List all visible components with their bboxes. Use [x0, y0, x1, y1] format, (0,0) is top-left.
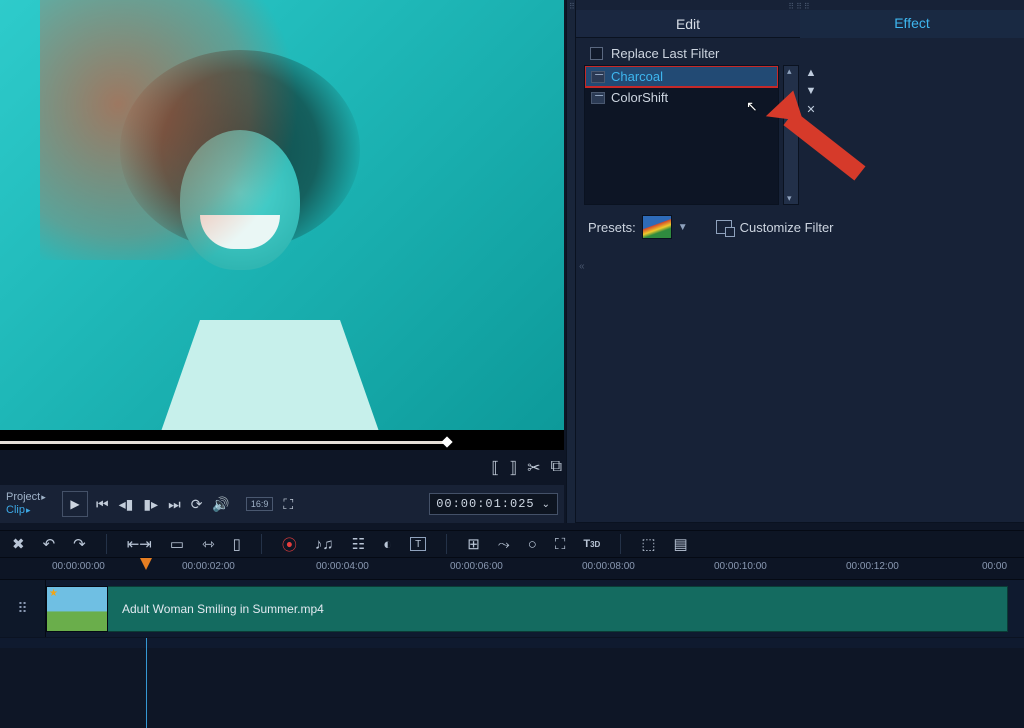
replace-last-filter-checkbox[interactable]	[590, 47, 603, 60]
volume-icon[interactable]: 🔊	[212, 496, 229, 513]
tab-edit[interactable]: Edit	[576, 10, 800, 38]
loop-icon[interactable]: ⟳	[191, 496, 203, 513]
track-handle-icon[interactable]: ⠿	[0, 580, 46, 637]
video-track[interactable]: ⠿ Adult Woman Smiling in Summer.mp4	[0, 580, 1024, 638]
layers-icon[interactable]: ◐	[383, 536, 392, 553]
filter-item-label: ColorShift	[611, 90, 668, 105]
clip-thumbnail	[46, 586, 108, 632]
subtitle-icon[interactable]: ☷	[352, 535, 365, 553]
preset-dropdown-icon[interactable]: ▼	[678, 222, 688, 233]
clip-mode-label[interactable]: Clip	[6, 504, 58, 517]
customize-filter-button[interactable]: Customize Filter	[716, 220, 834, 235]
timeline-toolbar: ✖ ↶ ↷ ⇤⇥ ▭ ⇿ ▯ ⦿ ♪♫ ☷ ◐ T ⊞ ⤳ ○ ⛶ T3D ⬚ …	[0, 530, 1024, 558]
applied-filters-list[interactable]: Charcoal ColorShift	[584, 65, 779, 205]
project-clip-toggle[interactable]: Project Clip	[6, 491, 58, 517]
ruler-tick: 00:00	[982, 561, 1007, 572]
preview-canvas[interactable]	[0, 0, 564, 430]
split-clip-icon[interactable]: ⧉	[551, 458, 562, 478]
tab-effect[interactable]: Effect	[800, 10, 1024, 38]
ruler-tick: 00:00:06:00	[450, 561, 503, 572]
record-icon[interactable]: ⦿	[282, 534, 297, 555]
clip-label: Adult Woman Smiling in Summer.mp4	[122, 602, 324, 616]
clip[interactable]: Adult Woman Smiling in Summer.mp4	[46, 586, 1008, 632]
ruler-tick: 00:00:02:00	[182, 561, 235, 572]
remove-filter-icon[interactable]: ✕	[803, 103, 819, 116]
filter-item-charcoal[interactable]: Charcoal	[585, 66, 778, 87]
panel-grip-icon[interactable]: ⠿⠿⠿	[788, 2, 812, 11]
move-filter-up-icon[interactable]: ▲	[803, 67, 819, 79]
pan-zoom-icon[interactable]: ⛶	[555, 536, 566, 553]
redo-icon[interactable]: ↷	[73, 535, 86, 553]
device-icon[interactable]: ▯	[233, 535, 241, 553]
mark-out-icon[interactable]: ⟧	[509, 458, 517, 478]
mark-in-icon[interactable]: ⟦	[491, 458, 499, 478]
project-mode-label[interactable]: Project	[6, 491, 58, 504]
filter-item-label: Charcoal	[611, 69, 663, 84]
filter-item-colorshift[interactable]: ColorShift	[585, 87, 778, 108]
preview-area: ⟦ ⟧ ✂ ⧉	[0, 0, 564, 450]
ruler-tick: 00:00:00:00	[52, 561, 105, 572]
filter-thumb-icon	[591, 92, 605, 104]
presets-label: Presets:	[588, 220, 636, 235]
move-filter-down-icon[interactable]: ▼	[803, 85, 819, 97]
playhead-line	[146, 638, 147, 728]
undo-icon[interactable]: ↶	[43, 535, 56, 553]
customize-filter-label: Customize Filter	[740, 220, 834, 235]
mask-icon[interactable]: ○	[528, 536, 537, 553]
safe-zone-icon[interactable]: ⛶	[283, 496, 293, 513]
fit-timeline-icon[interactable]: ⇤⇥	[127, 535, 152, 553]
filter-thumb-icon	[591, 71, 605, 83]
vertical-splitter[interactable]: ⠿	[566, 0, 576, 523]
step-fwd-icon[interactable]: ▮▸	[143, 496, 158, 513]
clapper-icon[interactable]: ⬚	[641, 535, 655, 553]
film-icon[interactable]: ▤	[674, 535, 688, 553]
tools-icon[interactable]: ✖	[12, 535, 25, 553]
player-bar: Project Clip ▶ ⏮ ◂▮ ▮▸ ⏭ ⟳ 🔊 16:9 ⛶ 00:0…	[0, 485, 564, 523]
timeline: 00:00:00:00 00:00:02:00 00:00:04:00 00:00:0…	[0, 558, 1024, 648]
play-button[interactable]: ▶	[62, 491, 88, 517]
panel-resize-grip[interactable]: «	[579, 261, 585, 272]
preview-scrubber[interactable]	[0, 435, 564, 449]
ruler-tick: 00:00:08:00	[582, 561, 635, 572]
split-horizontal-icon[interactable]: ⇿	[202, 535, 215, 553]
filter-fx-icon[interactable]: ✦	[803, 122, 819, 135]
t3d-icon[interactable]: T3D	[583, 538, 600, 550]
motion-track-icon[interactable]: ⤳	[498, 536, 510, 553]
audio-mixer-icon[interactable]: ♪♫	[315, 536, 334, 553]
preset-thumbnail[interactable]	[642, 215, 672, 239]
ruler-tick: 00:00:10:00	[714, 561, 767, 572]
effect-panel: ⠿⠿⠿ Edit Effect Replace Last Filter Char…	[576, 0, 1024, 523]
playhead-marker[interactable]	[140, 558, 152, 570]
customize-icon	[716, 220, 732, 234]
grid-icon[interactable]: ⊞	[467, 535, 480, 553]
timeline-ruler[interactable]: 00:00:00:00 00:00:02:00 00:00:04:00 00:00:0…	[0, 558, 1024, 580]
go-end-icon[interactable]: ⏭	[168, 496, 181, 513]
filter-list-scrollbar[interactable]	[783, 65, 799, 205]
monitor-icon[interactable]: ▭	[170, 535, 184, 553]
scissors-icon[interactable]: ✂	[527, 458, 540, 478]
step-back-icon[interactable]: ◂▮	[119, 496, 134, 513]
ruler-tick: 00:00:04:00	[316, 561, 369, 572]
aspect-ratio-button[interactable]: 16:9	[246, 497, 274, 511]
preview-subject	[90, 50, 430, 430]
ruler-tick: 00:00:12:00	[846, 561, 899, 572]
replace-last-filter-label: Replace Last Filter	[611, 46, 719, 61]
title-icon[interactable]: T	[410, 537, 426, 551]
go-start-icon[interactable]: ⏮	[96, 496, 109, 513]
timecode-display[interactable]: 00:00:01:025	[429, 493, 558, 515]
